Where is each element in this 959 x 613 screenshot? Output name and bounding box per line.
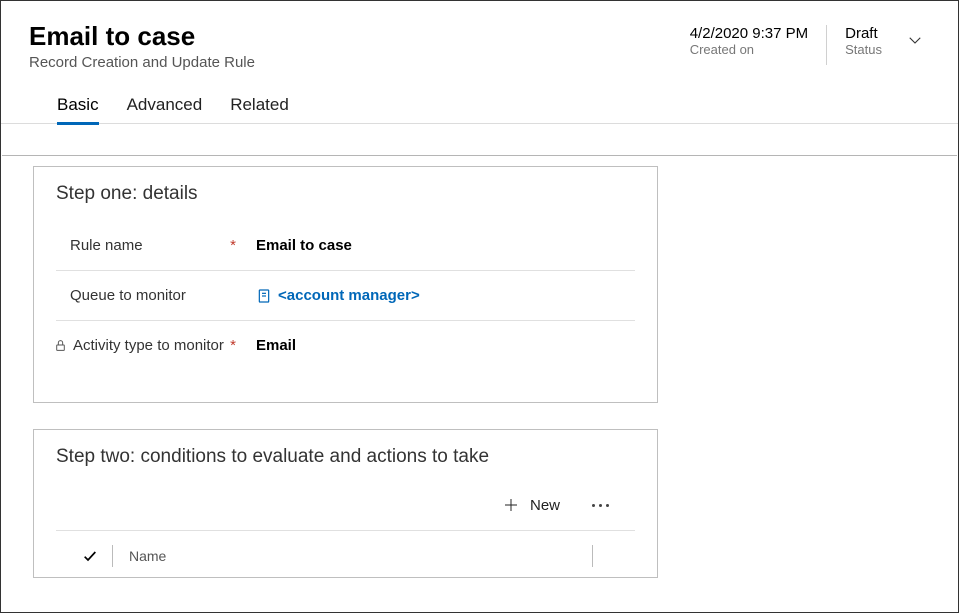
tab-related[interactable]: Related — [230, 95, 289, 123]
expand-header-button[interactable] — [900, 21, 930, 49]
activity-type-label-col: Activity type to monitor * — [56, 337, 256, 354]
new-button-label: New — [530, 497, 560, 514]
checkmark-icon[interactable] — [82, 548, 98, 564]
queue-row: Queue to monitor <account manager> — [56, 271, 635, 321]
more-icon — [592, 504, 595, 507]
step-one-title: Step one: details — [56, 183, 635, 205]
required-indicator: * — [230, 237, 236, 254]
created-on-label: Created on — [690, 42, 808, 57]
page-subtitle: Record Creation and Update Rule — [29, 54, 690, 71]
chevron-down-icon — [906, 31, 924, 49]
activity-type-row: Activity type to monitor * Email — [56, 321, 635, 370]
more-commands-button[interactable] — [588, 500, 613, 511]
rule-name-value: Email to case — [256, 237, 352, 254]
lock-icon — [54, 339, 67, 352]
content-area[interactable]: Step one: details Rule name * Email to c… — [3, 156, 956, 610]
tab-list: Basic Advanced Related — [29, 71, 690, 123]
rule-name-field[interactable]: Email to case — [256, 237, 635, 254]
new-button[interactable]: New — [502, 496, 560, 514]
rule-name-row: Rule name * Email to case — [56, 221, 635, 271]
queue-value[interactable]: <account manager> — [278, 287, 420, 304]
column-divider — [112, 545, 113, 567]
status-value: Draft — [845, 25, 882, 42]
step-one-panel: Step one: details Rule name * Email to c… — [33, 166, 658, 403]
column-name[interactable]: Name — [127, 548, 578, 564]
activity-type-label: Activity type to monitor — [73, 337, 224, 354]
queue-field[interactable]: <account manager> — [256, 287, 635, 304]
created-on-value: 4/2/2020 9:37 PM — [690, 25, 808, 42]
step-two-toolbar: New — [56, 484, 635, 531]
header-right: 4/2/2020 9:37 PM Created on Draft Status — [690, 21, 930, 65]
queue-icon — [256, 288, 272, 304]
status-label: Status — [845, 42, 882, 57]
rule-name-label: Rule name — [70, 237, 143, 254]
header-left: Email to case Record Creation and Update… — [29, 21, 690, 123]
grid-header: Name — [56, 531, 635, 567]
tab-advanced[interactable]: Advanced — [127, 95, 203, 123]
status-block: Draft Status — [845, 21, 882, 57]
rule-name-label-col: Rule name * — [56, 237, 256, 254]
queue-label-col: Queue to monitor — [56, 287, 256, 304]
spacer — [33, 604, 956, 610]
meta-divider — [826, 25, 827, 65]
required-indicator: * — [230, 337, 236, 354]
column-divider — [592, 545, 593, 567]
activity-type-field[interactable]: Email — [256, 337, 635, 354]
step-two-panel: Step two: conditions to evaluate and act… — [33, 429, 658, 578]
page-header: Email to case Record Creation and Update… — [1, 1, 958, 124]
plus-icon — [502, 496, 520, 514]
tab-basic[interactable]: Basic — [57, 95, 99, 123]
step-two-title: Step two: conditions to evaluate and act… — [56, 446, 635, 468]
activity-type-value: Email — [256, 337, 296, 354]
page-title: Email to case — [29, 21, 690, 52]
created-on-block: 4/2/2020 9:37 PM Created on — [690, 21, 808, 57]
queue-label: Queue to monitor — [70, 287, 186, 304]
